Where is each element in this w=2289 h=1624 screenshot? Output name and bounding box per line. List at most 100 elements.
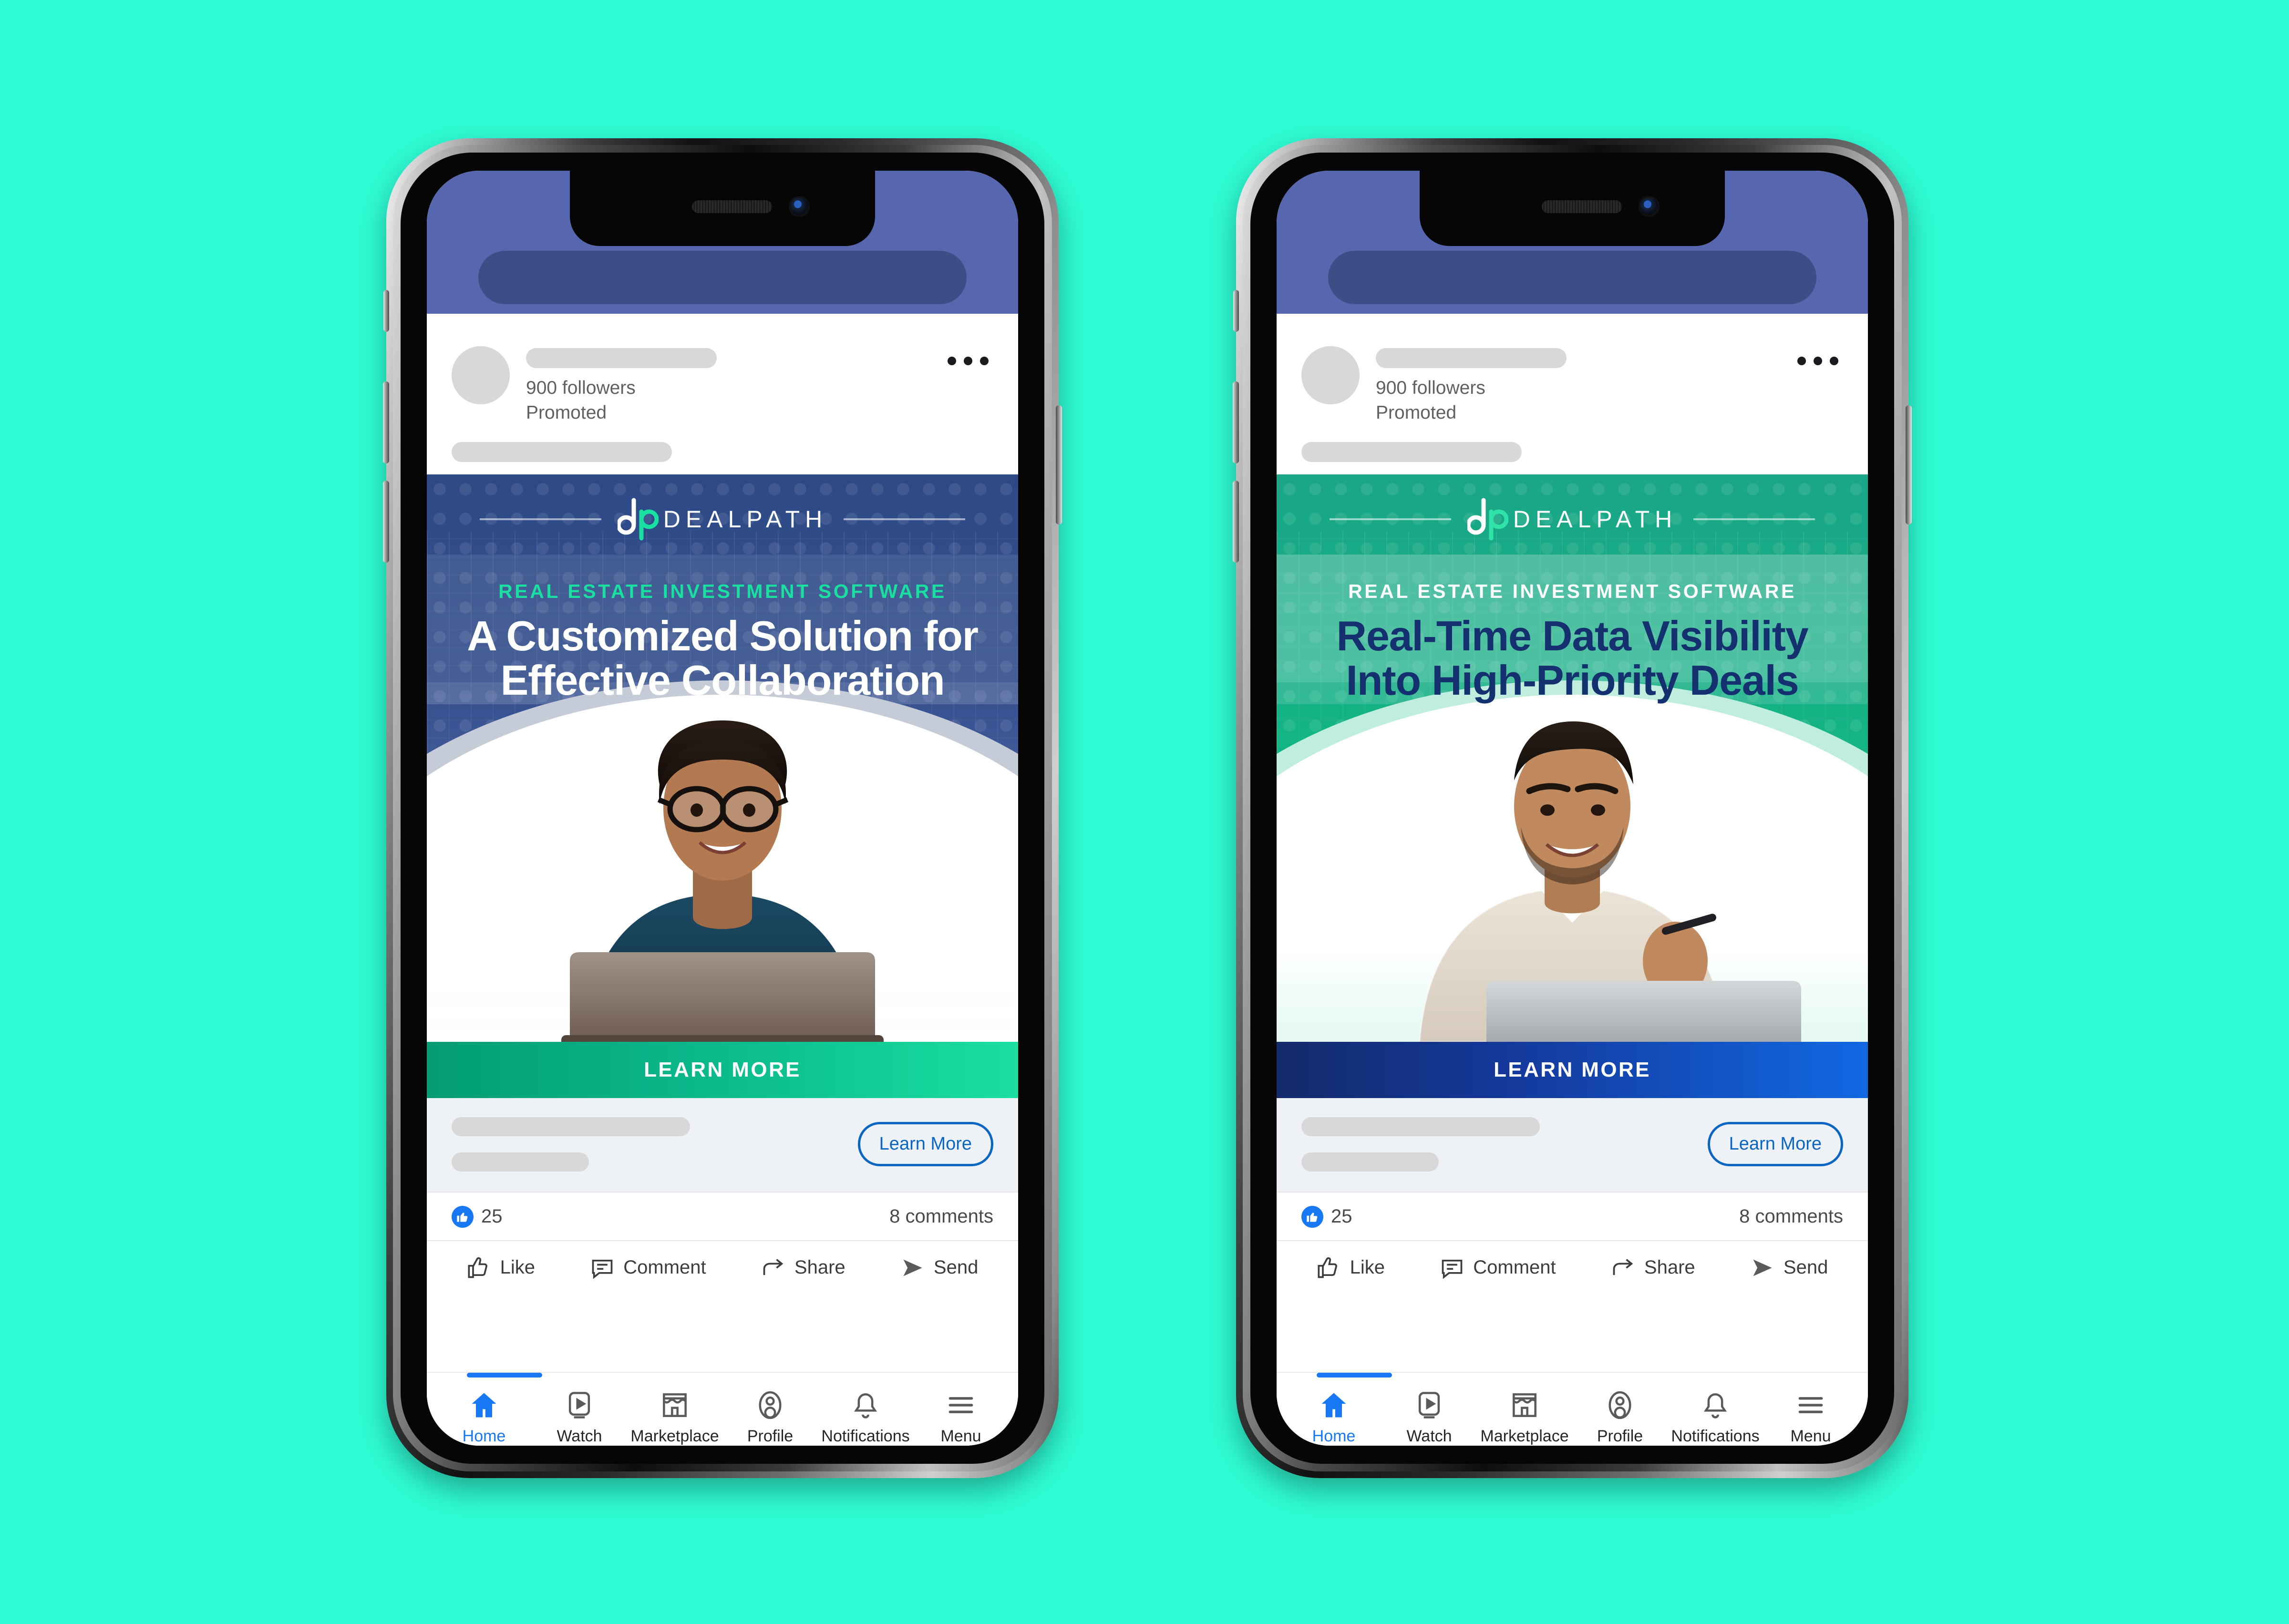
brand-name: DEALPATH	[663, 505, 828, 533]
post-header: 900 followers Promoted	[1277, 327, 1868, 474]
mute-switch[interactable]	[383, 290, 389, 332]
followers-count: 900 followers	[1376, 378, 1485, 398]
caption-placeholder-1	[452, 1117, 690, 1136]
ad-photo-man-with-pen	[1277, 627, 1868, 1042]
notch	[1420, 171, 1725, 246]
notch	[570, 171, 875, 246]
promoted-label: Promoted	[526, 402, 607, 423]
tab-watch-label: Watch	[557, 1427, 602, 1445]
tab-menu-label: Menu	[940, 1427, 981, 1445]
more-options-icon[interactable]	[948, 357, 989, 365]
tab-profile[interactable]: Profile	[726, 1389, 815, 1446]
comment-action-button[interactable]: Comment	[590, 1255, 706, 1280]
feed-scroll-area[interactable]	[427, 1296, 1018, 1372]
caption-placeholder-2	[452, 1152, 589, 1172]
dealpath-dp-icon	[617, 497, 659, 541]
more-options-icon[interactable]	[1797, 357, 1838, 365]
thumbs-up-badge-icon	[452, 1205, 474, 1228]
tab-menu[interactable]: Menu	[1767, 1389, 1855, 1446]
comment-count: 8 comments	[1739, 1206, 1843, 1227]
volume-down-button[interactable]	[1233, 481, 1239, 563]
tab-profile-label: Profile	[1597, 1427, 1643, 1445]
post-caption-row: Learn More	[427, 1098, 1018, 1192]
caption-placeholder-2	[1301, 1152, 1439, 1172]
comment-action-label: Comment	[623, 1257, 706, 1278]
active-tab-indicator	[467, 1373, 542, 1377]
followers-count: 900 followers	[526, 378, 636, 398]
like-count: 25	[1331, 1206, 1352, 1227]
search-input[interactable]	[1328, 251, 1816, 304]
tab-marketplace[interactable]: Marketplace	[1480, 1389, 1569, 1446]
earpiece-speaker	[1542, 200, 1622, 213]
post-stats-row: 25 8 comments	[1277, 1192, 1868, 1240]
post-action-bar: Like Comment Share Send	[1277, 1240, 1868, 1296]
send-action-button[interactable]: Send	[1750, 1255, 1828, 1280]
bottom-tab-bar: Home Watch Marketplace Profile Notificat…	[1277, 1372, 1868, 1446]
avatar[interactable]	[452, 346, 510, 404]
ad-eyebrow: REAL ESTATE INVESTMENT SOFTWARE	[1348, 580, 1796, 602]
tab-menu[interactable]: Menu	[917, 1389, 1005, 1446]
tab-watch[interactable]: Watch	[1385, 1389, 1474, 1446]
ad-cta-banner-blue[interactable]: LEARN MORE	[427, 1041, 1018, 1098]
tab-notifications[interactable]: Notifications	[821, 1389, 910, 1446]
share-action-button[interactable]: Share	[761, 1255, 845, 1280]
send-action-label: Send	[933, 1257, 979, 1278]
brand-logo: DEALPATH	[427, 497, 1018, 541]
volume-down-button[interactable]	[383, 481, 389, 563]
tab-notifications[interactable]: Notifications	[1671, 1389, 1760, 1446]
share-action-label: Share	[794, 1257, 845, 1278]
learn-more-button[interactable]: Learn More	[1707, 1122, 1843, 1166]
comment-action-button[interactable]: Comment	[1440, 1255, 1556, 1280]
tab-home[interactable]: Home	[1290, 1389, 1378, 1446]
post-action-bar: Like Comment Share Send	[427, 1240, 1018, 1296]
tab-menu-label: Menu	[1790, 1427, 1831, 1445]
phone-mockup-left: 900 followers Promoted DEALPATH REAL EST…	[383, 138, 1062, 1478]
tab-notifications-label: Notifications	[821, 1427, 910, 1445]
avatar[interactable]	[1301, 346, 1360, 404]
tab-watch[interactable]: Watch	[536, 1389, 624, 1446]
logo-rule-left	[479, 518, 601, 520]
ad-photo-woman-at-laptop	[427, 627, 1018, 1042]
phone-screen-right: 900 followers Promoted DEALPATH REAL EST…	[1277, 171, 1868, 1446]
ad-cta-label: LEARN MORE	[1494, 1058, 1651, 1081]
volume-up-button[interactable]	[383, 381, 389, 463]
feed-scroll-area[interactable]	[1277, 1296, 1868, 1372]
page-name-placeholder	[526, 348, 717, 368]
tab-profile[interactable]: Profile	[1576, 1389, 1664, 1446]
ad-eyebrow: REAL ESTATE INVESTMENT SOFTWARE	[498, 580, 947, 602]
front-camera-icon	[1640, 197, 1658, 216]
mute-switch[interactable]	[1233, 290, 1239, 332]
like-count: 25	[481, 1206, 503, 1227]
tab-profile-label: Profile	[747, 1427, 794, 1445]
promoted-label: Promoted	[1376, 402, 1457, 423]
like-count-group[interactable]: 25	[1301, 1205, 1352, 1228]
ad-creative-blue[interactable]: DEALPATH REAL ESTATE INVESTMENT SOFTWARE…	[427, 474, 1018, 1042]
brand-logo: DEALPATH	[1277, 497, 1868, 541]
ad-cta-banner-green[interactable]: LEARN MORE	[1277, 1041, 1868, 1098]
tab-marketplace[interactable]: Marketplace	[630, 1389, 719, 1446]
post-text-placeholder	[452, 442, 672, 462]
post-header: 900 followers Promoted	[427, 327, 1018, 474]
send-action-button[interactable]: Send	[900, 1255, 978, 1280]
dealpath-dp-icon	[1467, 497, 1508, 541]
like-action-button[interactable]: Like	[467, 1255, 535, 1280]
volume-up-button[interactable]	[1233, 381, 1239, 463]
post-text-placeholder	[1301, 442, 1522, 462]
logo-rule-left	[1329, 518, 1451, 520]
like-action-button[interactable]: Like	[1317, 1255, 1385, 1280]
tab-marketplace-label: Marketplace	[1480, 1427, 1569, 1445]
earpiece-speaker	[692, 200, 773, 213]
learn-more-button[interactable]: Learn More	[857, 1122, 993, 1166]
post-stats-row: 25 8 comments	[427, 1192, 1018, 1240]
share-action-button[interactable]: Share	[1611, 1255, 1695, 1280]
comment-action-label: Comment	[1473, 1257, 1556, 1278]
like-action-label: Like	[1350, 1257, 1385, 1278]
tab-home[interactable]: Home	[440, 1389, 528, 1446]
phone-mockup-right: 900 followers Promoted DEALPATH REAL EST…	[1233, 138, 1912, 1478]
search-input[interactable]	[478, 251, 967, 304]
phone-screen-left: 900 followers Promoted DEALPATH REAL EST…	[427, 171, 1018, 1446]
power-button[interactable]	[1056, 405, 1062, 524]
ad-creative-green[interactable]: DEALPATH REAL ESTATE INVESTMENT SOFTWARE…	[1277, 474, 1868, 1042]
like-count-group[interactable]: 25	[452, 1205, 503, 1228]
power-button[interactable]	[1906, 405, 1912, 524]
